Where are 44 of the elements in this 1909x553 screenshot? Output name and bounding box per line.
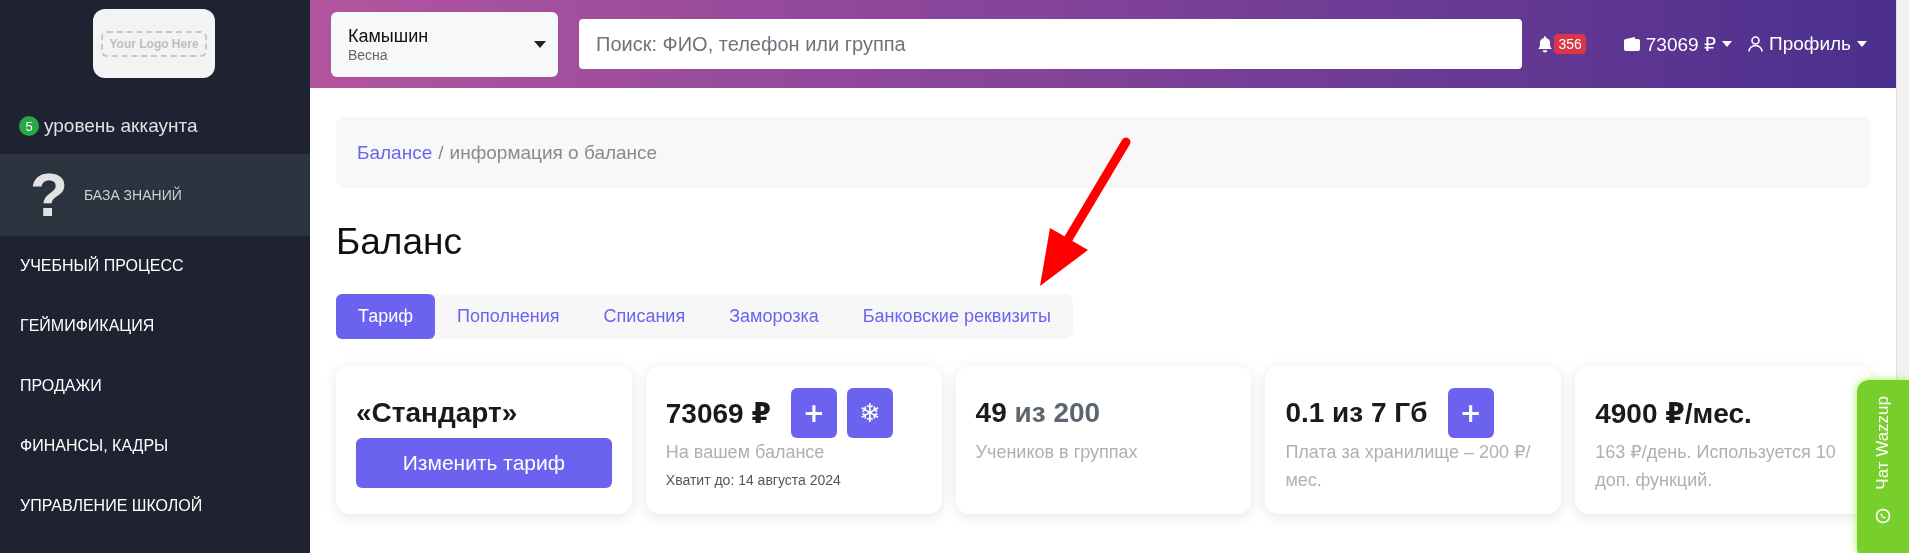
location-select[interactable]: Камышин Весна [331, 11, 558, 77]
search-field[interactable]: Поиск: ФИО, телефон или группа [579, 19, 1523, 69]
question-icon: ? [30, 164, 68, 226]
count-badge: 356 [1554, 34, 1586, 54]
card-caption: Плата за хранилище – 200 ₽/мес. [1285, 441, 1532, 492]
profile-menu[interactable]: Профиль [1747, 33, 1867, 55]
change-plan-button[interactable]: Изменить тариф [356, 438, 612, 488]
card-value: 73069 ₽ [665, 396, 771, 430]
card-caption: На вашем балансе [665, 441, 826, 464]
tab[interactable]: Списания [581, 294, 708, 339]
icon-button[interactable]: + [1447, 388, 1494, 438]
account-level-label: уровень аккаунта [44, 115, 198, 137]
nav-item[interactable]: ГЕЙМИФИКАЦИЯ [0, 296, 310, 356]
card-note: Хватит до: 14 августа 2024 [665, 472, 842, 488]
breadcrumb-link[interactable]: Балансе [357, 141, 433, 164]
tab[interactable]: Тариф [336, 294, 436, 339]
caret-icon [1721, 41, 1732, 47]
tab[interactable]: Банковские реквизиты [840, 294, 1073, 339]
breadcrumb-current: информация о балансе [449, 141, 658, 164]
nav-item[interactable]: УПРАВЛЕНИЕ ШКОЛОЙ [0, 476, 310, 536]
card-value: 4900 ₽/мес. [1595, 396, 1752, 430]
wallet-icon [1623, 37, 1640, 51]
caret-icon [1857, 41, 1867, 47]
tab[interactable]: Пополнения [435, 294, 582, 339]
breadcrumb-separator: / [438, 141, 444, 164]
nav-item[interactable]: ПРОДАЖИ [0, 356, 310, 416]
card-value: «Стандарт» [356, 397, 518, 429]
notifications-button[interactable]: 356 [1536, 34, 1586, 54]
nav-item[interactable]: ? БАЗА ЗНАНИЙ [0, 154, 310, 236]
chat-icon [1875, 507, 1891, 524]
card-value: 49 из 200 [975, 397, 1101, 429]
icon-button[interactable]: ❄ [846, 388, 893, 438]
caret-icon [534, 40, 546, 48]
icon-button[interactable]: + [790, 388, 837, 438]
card-caption: 163 ₽/день. Используется 10 доп. функций. [1595, 441, 1837, 492]
user-icon [1747, 36, 1763, 52]
level-badge: 5 [19, 116, 39, 136]
tab[interactable]: Заморозка [707, 294, 841, 339]
page-title: Баланс [336, 221, 463, 264]
card-value: 0.1 из 7 Гб [1285, 397, 1428, 429]
card-caption: Учеников в группах [975, 441, 1139, 464]
balance-menu[interactable]: 73069 ₽ [1623, 32, 1732, 56]
nav-item[interactable]: ФИНАНСЫ, КАДРЫ [0, 416, 310, 476]
nav-item[interactable]: УЧЕБНЫЙ ПРОЦЕСС [0, 236, 310, 296]
